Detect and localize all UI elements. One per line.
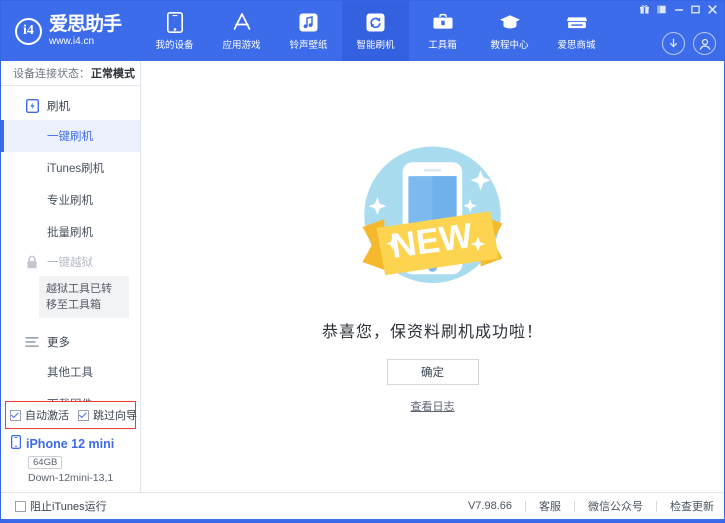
lock-icon bbox=[25, 255, 39, 269]
sidebar-item-itunes-flash[interactable]: iTunes刷机 bbox=[1, 152, 140, 184]
app-body: 设备连接状态： 正常模式 刷机 一键刷机 iTunes刷机 专业刷机 bbox=[1, 61, 724, 492]
skip-setup-checkbox[interactable] bbox=[78, 410, 89, 421]
app-header: i4 爱思助手 www.i4.cn 我的设备 应用游戏 bbox=[1, 1, 724, 61]
sidebar-item-label: 下载固件 bbox=[47, 399, 93, 401]
main-content: NEW 恭喜您，保资料刷机成功啦！ 确定 查看日志 bbox=[141, 61, 724, 492]
tab-tutorial-center[interactable]: 教程中心 bbox=[476, 1, 543, 61]
window-controls bbox=[637, 3, 720, 16]
download-icon[interactable] bbox=[662, 32, 685, 55]
status-bar: 阻止iTunes运行 V7.98.66 客服 微信公众号 检查更新 bbox=[1, 492, 724, 519]
connected-device-card[interactable]: iPhone 12 mini 64GB Down-12mini-13,1 bbox=[1, 431, 140, 492]
sidebar-nav: 刷机 一键刷机 iTunes刷机 专业刷机 批量刷机 bbox=[1, 86, 140, 401]
app-window: i4 爱思助手 www.i4.cn 我的设备 应用游戏 bbox=[0, 0, 725, 523]
tab-label: 应用游戏 bbox=[222, 37, 260, 51]
shop-icon bbox=[566, 11, 588, 33]
tab-ringtones-wallpaper[interactable]: 铃声壁纸 bbox=[275, 1, 342, 61]
option-auto-activate[interactable]: 自动激活 bbox=[10, 407, 69, 423]
wechat-link[interactable]: 微信公众号 bbox=[588, 498, 643, 514]
divider bbox=[525, 501, 526, 512]
version-label: V7.98.66 bbox=[468, 500, 512, 512]
sidebar-item-download-firmware[interactable]: 下载固件 bbox=[1, 388, 140, 401]
sidebar-item-pro-flash[interactable]: 专业刷机 bbox=[1, 184, 140, 216]
sidebar-item-label: 其他工具 bbox=[47, 367, 93, 379]
minimize-icon[interactable] bbox=[671, 3, 686, 16]
confirm-button[interactable]: 确定 bbox=[387, 359, 479, 385]
account-icon[interactable] bbox=[693, 32, 716, 55]
block-itunes-checkbox[interactable] bbox=[15, 501, 26, 512]
tab-my-device[interactable]: 我的设备 bbox=[141, 1, 208, 61]
sidebar-group-more: 更多 bbox=[1, 322, 140, 356]
sidebar-item-other-tools[interactable]: 其他工具 bbox=[1, 356, 140, 388]
sidebar-group-label: 更多 bbox=[47, 334, 70, 350]
block-itunes-label: 阻止iTunes运行 bbox=[30, 498, 107, 514]
device-identifier: Down-12mini-13,1 bbox=[28, 472, 140, 484]
option-label: 自动激活 bbox=[25, 407, 69, 423]
new-phone-badge-illustration: NEW bbox=[345, 129, 520, 304]
sidebar-item-label: 专业刷机 bbox=[47, 195, 93, 207]
option-label: 跳过向导 bbox=[93, 407, 137, 423]
tab-label: 教程中心 bbox=[490, 37, 528, 51]
tab-apps-games[interactable]: 应用游戏 bbox=[208, 1, 275, 61]
menu-lines-icon bbox=[25, 335, 39, 349]
sidebar-group-flash: 刷机 bbox=[1, 92, 140, 120]
tab-smart-flash[interactable]: 智能刷机 bbox=[342, 1, 409, 61]
sidebar-item-label: 一键刷机 bbox=[47, 131, 93, 143]
sidebar-group-label: 刷机 bbox=[47, 98, 70, 114]
refresh-icon bbox=[365, 11, 387, 33]
sidebar-item-batch-flash[interactable]: 批量刷机 bbox=[1, 216, 140, 248]
sidebar-footer: 自动激活 跳过向导 iPhone 12 mini 64GB bbox=[1, 401, 140, 492]
tab-i4-store[interactable]: 爱思商城 bbox=[543, 1, 610, 61]
view-log-link[interactable]: 查看日志 bbox=[411, 398, 455, 414]
tab-label: 爱思商城 bbox=[557, 37, 595, 51]
auto-activate-checkbox[interactable] bbox=[10, 410, 21, 421]
panel-icon[interactable] bbox=[654, 3, 669, 16]
phone-icon bbox=[164, 11, 186, 33]
sidebar: 设备连接状态： 正常模式 刷机 一键刷机 iTunes刷机 专业刷机 bbox=[1, 61, 141, 492]
sidebar-item-jailbreak: 一键越狱 bbox=[1, 248, 140, 274]
block-itunes-option[interactable]: 阻止iTunes运行 bbox=[15, 498, 107, 514]
window-bottom-edge bbox=[1, 519, 724, 522]
phone-small-icon bbox=[11, 435, 21, 452]
option-skip-setup[interactable]: 跳过向导 bbox=[78, 407, 137, 423]
appstore-icon bbox=[231, 11, 253, 33]
success-message: 恭喜您，保资料刷机成功啦！ bbox=[322, 318, 543, 342]
sidebar-item-one-key-flash[interactable]: 一键刷机 bbox=[1, 120, 140, 152]
divider bbox=[574, 501, 575, 512]
main-nav-tabs: 我的设备 应用游戏 铃声壁纸 智能刷机 bbox=[141, 1, 610, 61]
brand-mark-text: i4 bbox=[23, 23, 34, 39]
flash-options-highlight: 自动激活 跳过向导 bbox=[5, 401, 136, 429]
tab-label: 工具箱 bbox=[428, 37, 457, 51]
device-capacity: 64GB bbox=[28, 456, 62, 469]
customer-service-link[interactable]: 客服 bbox=[539, 498, 561, 514]
device-name: iPhone 12 mini bbox=[26, 437, 114, 451]
sidebar-item-label: iTunes刷机 bbox=[47, 163, 104, 175]
tab-label: 铃声壁纸 bbox=[289, 37, 327, 51]
sidebar-item-label: 一键越狱 bbox=[47, 254, 93, 270]
divider bbox=[656, 501, 657, 512]
close-icon[interactable] bbox=[705, 3, 720, 16]
brand-logo-area: i4 爱思助手 www.i4.cn bbox=[1, 1, 141, 61]
toolbox-icon bbox=[432, 11, 454, 33]
connection-status: 设备连接状态： 正常模式 bbox=[1, 61, 140, 86]
gift-icon[interactable] bbox=[637, 3, 652, 16]
music-icon bbox=[298, 11, 320, 33]
connection-status-value: 正常模式 bbox=[91, 65, 135, 81]
flash-device-icon bbox=[25, 99, 39, 113]
maximize-icon[interactable] bbox=[688, 3, 703, 16]
graduation-icon bbox=[499, 11, 521, 33]
connection-status-label: 设备连接状态： bbox=[13, 65, 90, 81]
brand-url: www.i4.cn bbox=[49, 37, 121, 47]
check-update-link[interactable]: 检查更新 bbox=[670, 498, 714, 514]
sidebar-item-label: 批量刷机 bbox=[47, 227, 93, 239]
tab-label: 我的设备 bbox=[155, 37, 193, 51]
brand-mark-icon: i4 bbox=[15, 18, 42, 45]
device-name-row: iPhone 12 mini bbox=[11, 435, 140, 452]
header-actions bbox=[662, 32, 716, 55]
status-bar-right: V7.98.66 客服 微信公众号 检查更新 bbox=[468, 498, 714, 514]
jailbreak-tooltip: 越狱工具已转移至工具箱 bbox=[39, 276, 129, 318]
brand-name: 爱思助手 bbox=[49, 15, 121, 34]
tab-toolbox[interactable]: 工具箱 bbox=[409, 1, 476, 61]
tab-label: 智能刷机 bbox=[356, 37, 394, 51]
